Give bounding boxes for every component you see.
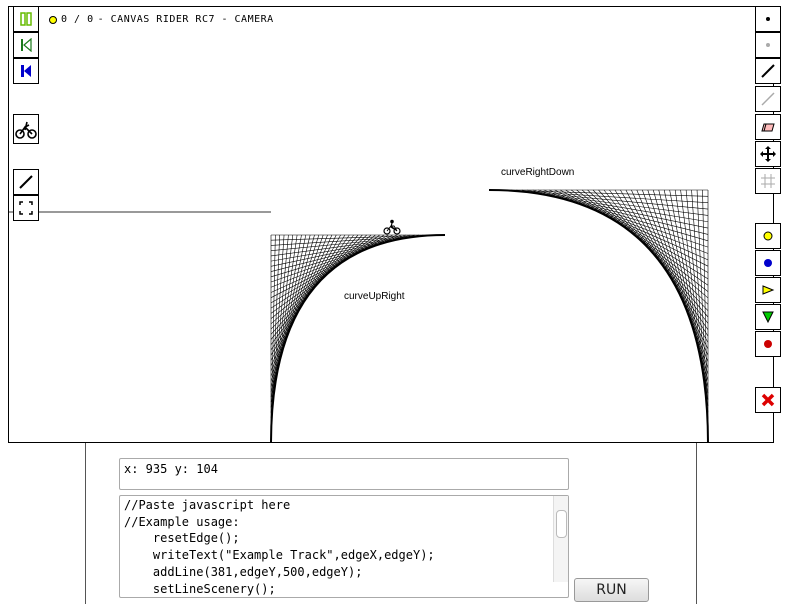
fullscreen-button[interactable] — [13, 195, 39, 221]
scenery-line-icon — [761, 92, 775, 106]
checkpoint-icon — [764, 259, 772, 267]
javascript-code-input[interactable]: //Paste javascript here //Example usage:… — [119, 495, 569, 598]
pause-icon — [20, 12, 32, 26]
bike-toggle-button[interactable] — [13, 114, 39, 144]
scenery-point-tool-button[interactable] — [755, 32, 781, 58]
grid-toggle-button[interactable] — [755, 168, 781, 194]
boost-icon — [762, 285, 775, 295]
clear-icon — [761, 393, 775, 407]
curve-right-down-label: curveRightDown — [501, 167, 575, 178]
goal-tool-button[interactable] — [755, 223, 781, 249]
scrollbar-thumb[interactable] — [556, 510, 567, 538]
eraser-icon — [761, 123, 775, 132]
clear-track-button[interactable] — [755, 387, 781, 413]
panel-border-right — [696, 443, 697, 604]
fullscreen-icon — [19, 201, 33, 215]
curve-up-right-label: curveUpRight — [344, 291, 405, 302]
code-scrollbar[interactable] — [553, 496, 568, 582]
checkpoint-tool-button[interactable] — [755, 250, 781, 276]
scenery-line-tool-button[interactable] — [755, 86, 781, 112]
eraser-tool-button[interactable] — [755, 114, 781, 140]
bomb-tool-button[interactable] — [755, 331, 781, 357]
restart-icon — [21, 65, 31, 77]
curve-up-right-track — [270, 234, 446, 442]
bomb-icon — [764, 340, 772, 348]
status-title: - CANVAS RIDER RC7 - CAMERA — [97, 14, 274, 25]
rider-bike — [383, 219, 401, 235]
restart-button[interactable] — [13, 58, 39, 84]
curve-right-down-track — [488, 189, 709, 442]
line-tool-button[interactable] — [755, 58, 781, 84]
previous-checkpoint-button[interactable] — [13, 32, 39, 58]
draw-line-button[interactable] — [13, 169, 39, 195]
gravity-tool-button[interactable] — [755, 304, 781, 330]
camera-move-tool-button[interactable] — [755, 141, 781, 167]
scenery-point-icon — [766, 43, 770, 47]
goal-icon — [763, 231, 773, 241]
curve-right-down-mesh — [489, 189, 709, 442]
game-canvas[interactable]: 0 / 0 - CANVAS RIDER RC7 - CAMERA curveU… — [8, 6, 774, 443]
status-bar: 0 / 0 - CANVAS RIDER RC7 - CAMERA — [49, 14, 274, 25]
coin-icon — [49, 15, 57, 24]
coordinates-field[interactable]: x: 935 y: 104 — [119, 458, 569, 490]
bike-icon — [15, 121, 37, 139]
point-icon — [766, 17, 770, 21]
camera-move-icon — [760, 146, 776, 162]
boost-tool-button[interactable] — [755, 277, 781, 303]
run-button[interactable]: RUN — [574, 578, 649, 602]
curve-up-right-mesh — [270, 234, 445, 442]
gravity-icon — [762, 311, 774, 324]
grid-icon — [761, 174, 775, 188]
panel-border-left — [85, 443, 86, 604]
coin-counter: 0 / 0 — [61, 14, 94, 25]
line-icon — [761, 64, 775, 78]
pause-button[interactable] — [13, 6, 39, 32]
previous-checkpoint-icon — [21, 38, 32, 52]
point-tool-button[interactable] — [755, 6, 781, 32]
line-icon — [19, 175, 33, 189]
